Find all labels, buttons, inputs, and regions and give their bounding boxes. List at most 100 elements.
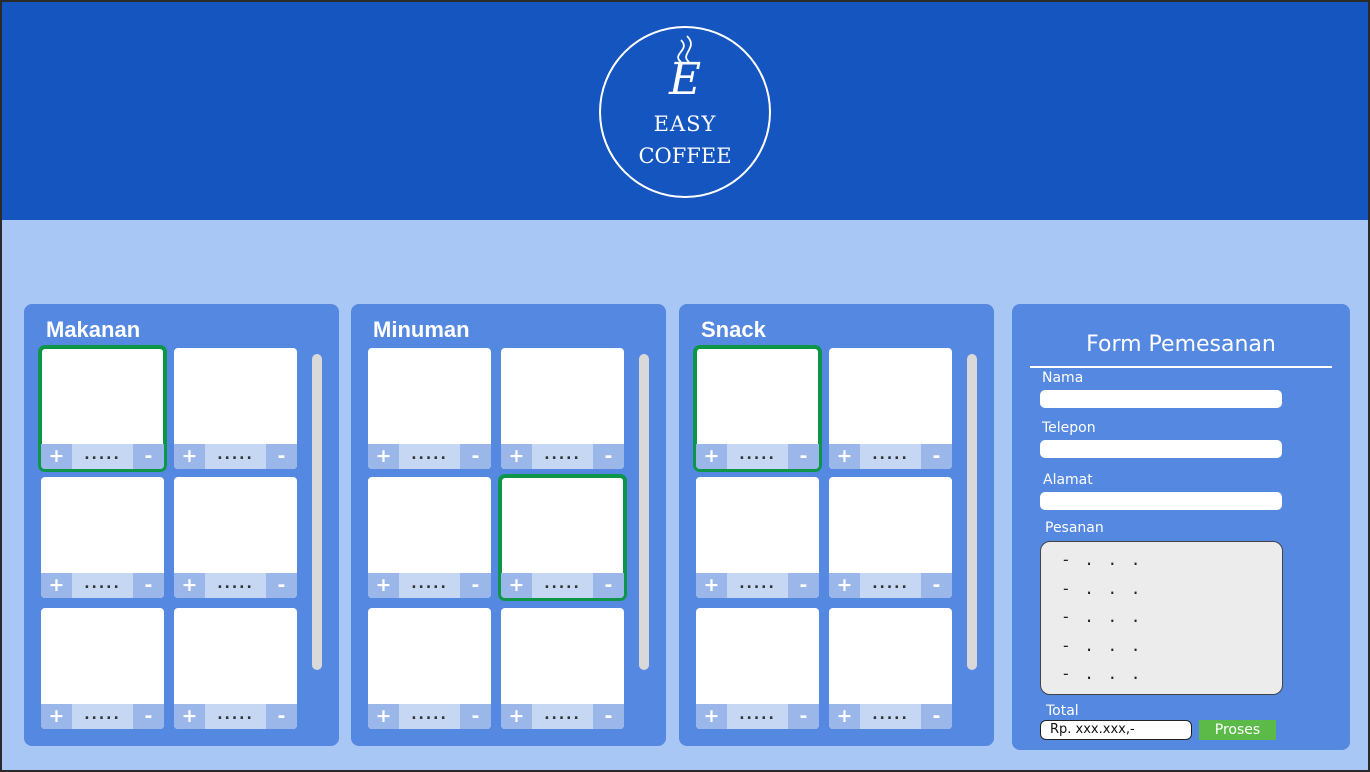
nama-input[interactable]: [1040, 390, 1282, 408]
proses-button[interactable]: Proses: [1199, 720, 1276, 740]
increment-button[interactable]: +: [174, 704, 205, 729]
increment-button[interactable]: +: [501, 573, 532, 598]
increment-button[interactable]: +: [174, 573, 205, 598]
increment-button[interactable]: +: [368, 704, 399, 729]
quantity-value: .....: [84, 576, 121, 592]
increment-button[interactable]: +: [696, 704, 727, 729]
quantity-value: .....: [872, 447, 909, 463]
product-card[interactable]: +..... -: [696, 477, 819, 598]
decrement-button[interactable]: -: [593, 573, 624, 598]
decrement-button[interactable]: -: [921, 444, 952, 469]
quantity-value: .....: [411, 447, 448, 463]
total-label: Total: [1046, 703, 1079, 719]
product-card[interactable]: +..... -: [696, 608, 819, 729]
quantity-stepper: +..... -: [368, 573, 491, 598]
increment-button[interactable]: +: [368, 444, 399, 469]
quantity-stepper: +..... -: [174, 573, 297, 598]
decrement-button[interactable]: -: [266, 444, 297, 469]
panel-scrollbar[interactable]: [312, 354, 322, 670]
increment-button[interactable]: +: [829, 444, 860, 469]
decrement-button[interactable]: -: [788, 704, 819, 729]
product-card[interactable]: +..... -: [501, 608, 624, 729]
form-title: Form Pemesanan: [1086, 332, 1276, 357]
decrement-button[interactable]: -: [593, 444, 624, 469]
quantity-value: .....: [544, 447, 581, 463]
increment-button[interactable]: +: [41, 704, 72, 729]
logo-monogram: E: [668, 54, 702, 105]
increment-button[interactable]: +: [368, 573, 399, 598]
decrement-button[interactable]: -: [921, 704, 952, 729]
easy-coffee-logo: E EASY COFFEE: [599, 26, 771, 198]
decrement-button[interactable]: -: [133, 444, 164, 469]
increment-button[interactable]: +: [501, 704, 532, 729]
increment-button[interactable]: +: [501, 444, 532, 469]
product-card[interactable]: +..... -: [368, 477, 491, 598]
quantity-value: .....: [872, 707, 909, 723]
decrement-button[interactable]: -: [921, 573, 952, 598]
pesanan-line: - . . .: [1061, 550, 1143, 569]
product-card[interactable]: +..... -: [174, 477, 297, 598]
decrement-button[interactable]: -: [266, 704, 297, 729]
pesanan-line: - . . .: [1061, 664, 1143, 683]
quantity-value: .....: [217, 576, 254, 592]
product-card[interactable]: +..... -: [368, 348, 491, 469]
product-card[interactable]: +..... -: [41, 608, 164, 729]
header-bar: E EASY COFFEE: [2, 2, 1368, 220]
product-card[interactable]: +..... -: [829, 477, 952, 598]
quantity-value: .....: [739, 447, 776, 463]
decrement-button[interactable]: -: [460, 444, 491, 469]
increment-button[interactable]: +: [696, 573, 727, 598]
quantity-value: .....: [217, 707, 254, 723]
quantity-stepper: +..... -: [829, 704, 952, 729]
quantity-stepper: +..... -: [368, 704, 491, 729]
quantity-stepper: +..... -: [41, 573, 164, 598]
logo-text-easy: EASY: [653, 112, 717, 136]
increment-button[interactable]: +: [174, 444, 205, 469]
product-card[interactable]: +..... -: [41, 477, 164, 598]
pesanan-textarea[interactable]: - . . . - . . . - . . . - . . . - . . .: [1040, 541, 1283, 695]
decrement-button[interactable]: -: [788, 444, 819, 469]
increment-button[interactable]: +: [696, 444, 727, 469]
product-card[interactable]: +..... -: [38, 345, 167, 472]
product-card[interactable]: +..... -: [829, 348, 952, 469]
telepon-label: Telepon: [1042, 420, 1096, 436]
pesanan-line: - . . .: [1061, 607, 1143, 626]
quantity-stepper: +..... -: [174, 444, 297, 469]
product-card[interactable]: +..... -: [368, 608, 491, 729]
increment-button[interactable]: +: [829, 573, 860, 598]
increment-button[interactable]: +: [41, 444, 72, 469]
decrement-button[interactable]: -: [593, 704, 624, 729]
pesanan-line: - . . .: [1061, 635, 1143, 655]
pesanan-label: Pesanan: [1045, 520, 1104, 536]
decrement-button[interactable]: -: [460, 704, 491, 729]
product-card[interactable]: +..... -: [174, 608, 297, 729]
quantity-stepper: +..... -: [41, 704, 164, 729]
menu-panel-makanan: Makanan +..... - +..... - +..... - +..... - +...…: [24, 304, 339, 746]
logo-text-coffee: COFFEE: [638, 144, 732, 168]
panel-scrollbar[interactable]: [639, 354, 649, 670]
decrement-button[interactable]: -: [133, 573, 164, 598]
product-card[interactable]: +..... -: [501, 348, 624, 469]
quantity-value: .....: [544, 707, 581, 723]
product-card[interactable]: +..... -: [829, 608, 952, 729]
product-card[interactable]: +..... -: [174, 348, 297, 469]
decrement-button[interactable]: -: [266, 573, 297, 598]
quantity-value: .....: [739, 576, 776, 592]
nama-label: Nama: [1042, 370, 1084, 386]
quantity-value: .....: [411, 707, 448, 723]
panel-scrollbar[interactable]: [967, 354, 977, 670]
telepon-input[interactable]: [1040, 440, 1282, 458]
quantity-stepper: +..... -: [829, 444, 952, 469]
quantity-stepper: +..... -: [696, 573, 819, 598]
decrement-button[interactable]: -: [133, 704, 164, 729]
total-field: Rp. xxx.xxx,-: [1040, 720, 1192, 740]
increment-button[interactable]: +: [41, 573, 72, 598]
decrement-button[interactable]: -: [788, 573, 819, 598]
product-card[interactable]: +..... -: [693, 345, 822, 472]
panel-title: Minuman: [373, 317, 470, 342]
alamat-input[interactable]: [1040, 492, 1282, 510]
product-card[interactable]: +..... -: [498, 474, 627, 601]
quantity-stepper: +..... -: [696, 704, 819, 729]
decrement-button[interactable]: -: [460, 573, 491, 598]
increment-button[interactable]: +: [829, 704, 860, 729]
